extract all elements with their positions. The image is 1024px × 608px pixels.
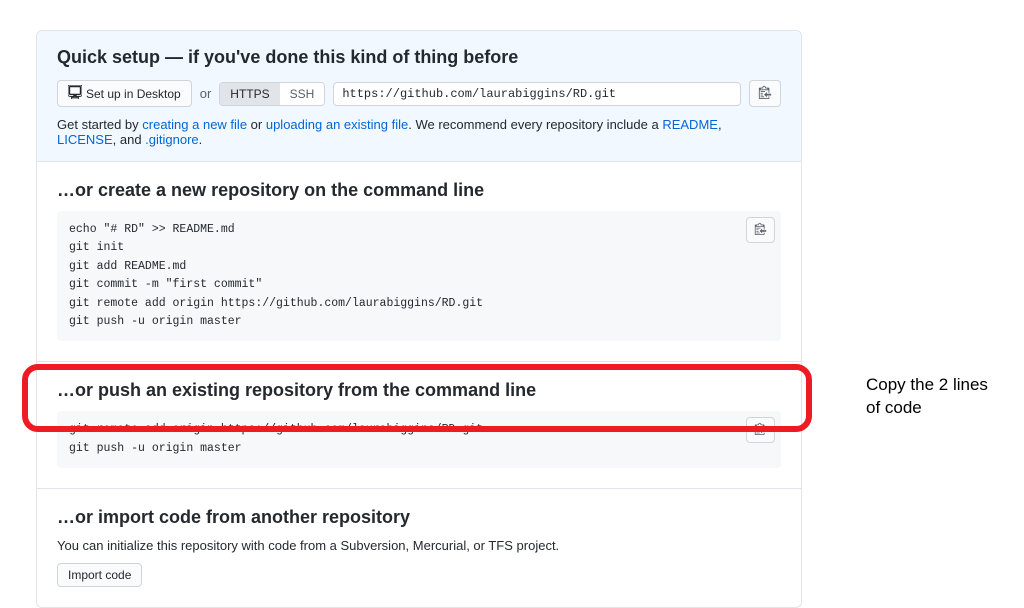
repo-setup-panel: Quick setup — if you've done this kind o…: [36, 30, 802, 608]
create-repo-heading: …or create a new repository on the comma…: [57, 180, 781, 201]
uploading-existing-file-link[interactable]: uploading an existing file: [266, 117, 408, 132]
clipboard-icon: [758, 85, 772, 102]
gitignore-link[interactable]: .gitignore: [145, 132, 198, 147]
push-repo-code: git remote add origin https://github.com…: [57, 411, 781, 468]
quick-setup-heading: Quick setup — if you've done this kind o…: [57, 47, 781, 68]
copy-push-code-button[interactable]: [746, 417, 775, 443]
quick-setup-hint: Get started by creating a new file or up…: [57, 117, 781, 147]
creating-new-file-link[interactable]: creating a new file: [142, 117, 247, 132]
desktop-btn-label: Set up in Desktop: [86, 87, 181, 101]
set-up-desktop-button[interactable]: Set up in Desktop: [57, 80, 192, 107]
https-toggle[interactable]: HTTPS: [220, 83, 279, 105]
import-code-desc: You can initialize this repository with …: [57, 538, 781, 553]
import-code-section: …or import code from another repository …: [37, 489, 801, 607]
import-code-button[interactable]: Import code: [57, 563, 142, 587]
readme-link[interactable]: README: [662, 117, 718, 132]
license-link[interactable]: LICENSE: [57, 132, 113, 147]
copy-create-code-button[interactable]: [746, 217, 775, 243]
push-repo-heading: …or push an existing repository from the…: [57, 380, 781, 401]
or-text: or: [200, 86, 212, 101]
copy-url-button[interactable]: [749, 80, 781, 107]
import-code-heading: …or import code from another repository: [57, 507, 781, 528]
quick-setup-section: Quick setup — if you've done this kind o…: [37, 31, 801, 162]
create-repo-code: echo "# RD" >> README.md git init git ad…: [57, 211, 781, 341]
clone-protocol-toggle: HTTPS SSH: [219, 82, 325, 106]
clipboard-icon: [754, 422, 767, 438]
clone-url-input[interactable]: [333, 82, 741, 106]
ssh-toggle[interactable]: SSH: [280, 83, 325, 105]
annotation-text: Copy the 2 lines of code: [866, 374, 1006, 420]
clipboard-icon: [754, 222, 767, 238]
create-repo-section: …or create a new repository on the comma…: [37, 162, 801, 362]
setup-row: Set up in Desktop or HTTPS SSH: [57, 80, 781, 107]
push-repo-section: …or push an existing repository from the…: [37, 362, 801, 489]
desktop-icon: [68, 85, 82, 102]
